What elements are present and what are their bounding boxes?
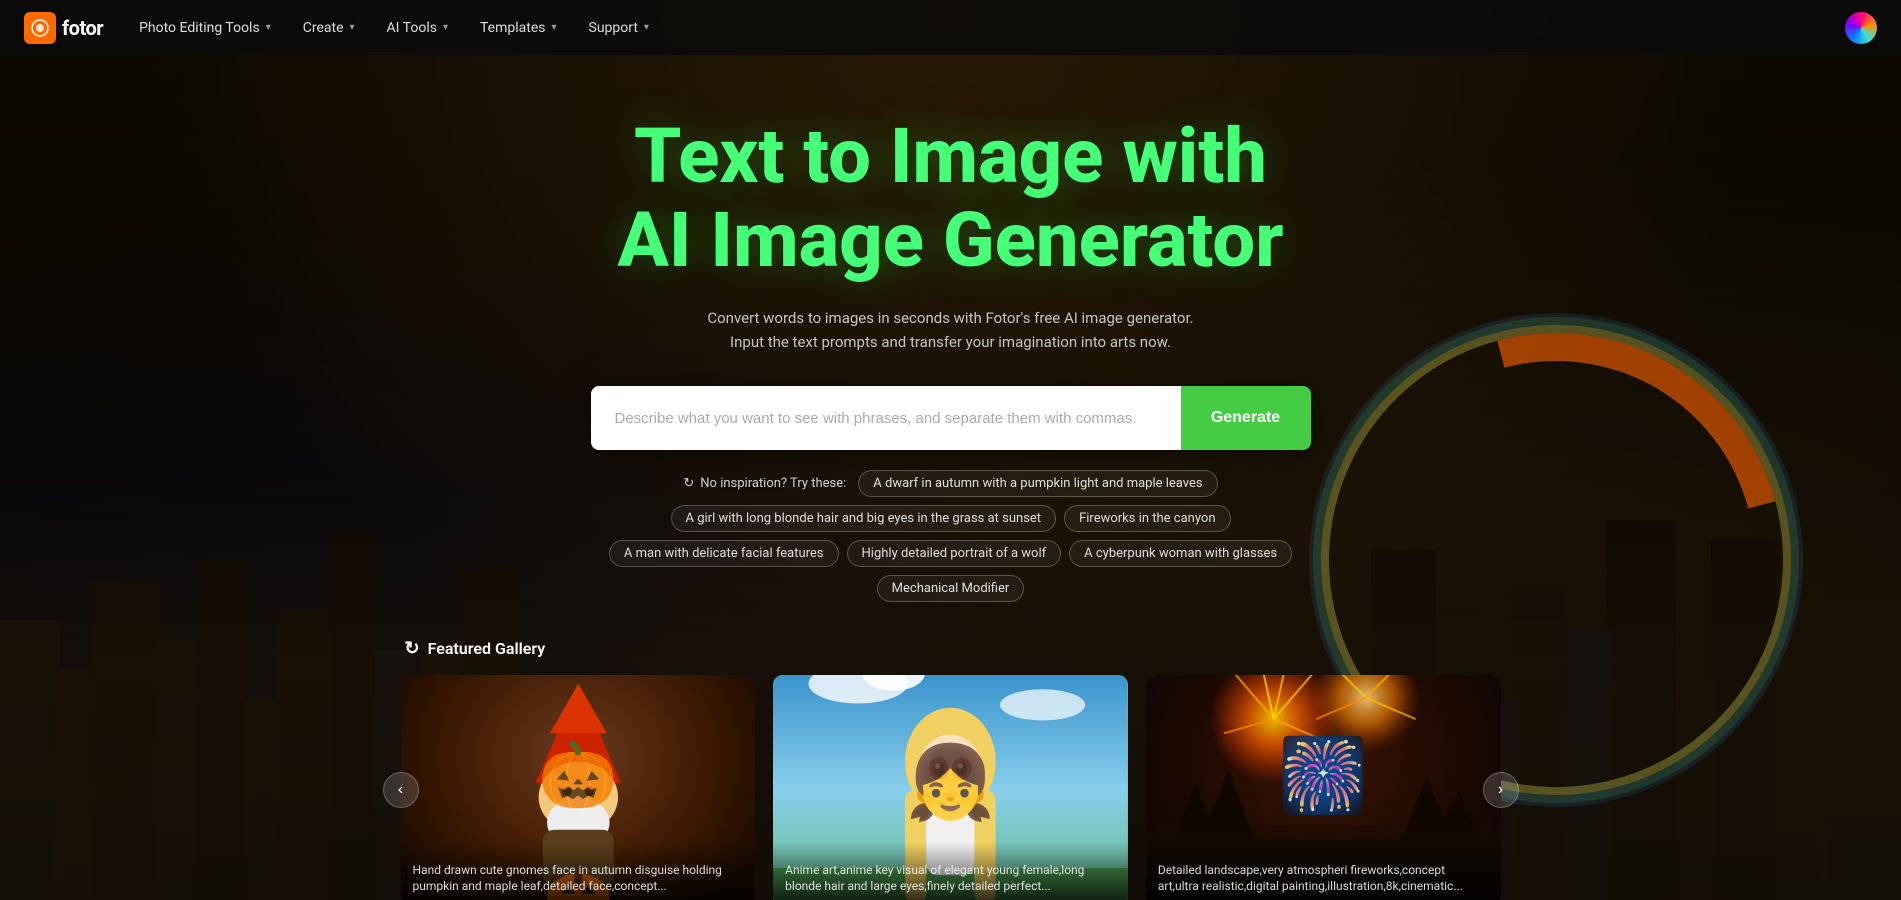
nav-support-label: Support — [589, 20, 638, 36]
chip-3[interactable]: A man with delicate facial features — [609, 540, 839, 567]
suggestions-container: ↻ No inspiration? Try these: A dwarf in … — [561, 470, 1341, 602]
nav-ai-tools[interactable]: AI Tools ▾ — [375, 14, 460, 42]
hero-section: Text to Image with AI Image Generator Co… — [0, 0, 1901, 900]
gallery-header: ↻ Featured Gallery — [401, 638, 1501, 659]
chevron-down-icon: ▾ — [443, 22, 448, 33]
chevron-down-icon: ▾ — [551, 22, 556, 33]
logo-icon — [24, 12, 56, 44]
card-caption-1: Anime art,anime key visual of elegant yo… — [773, 842, 1128, 900]
nav-create[interactable]: Create ▾ — [291, 14, 367, 42]
nav-create-label: Create — [303, 20, 344, 36]
gallery-title: Featured Gallery — [428, 639, 546, 658]
search-bar: Generate — [591, 386, 1311, 450]
avatar[interactable] — [1845, 12, 1877, 44]
nav-support[interactable]: Support ▾ — [577, 14, 661, 42]
gallery-section: ↻ Featured Gallery ‹ — [401, 638, 1501, 900]
navbar: fotor Photo Editing Tools ▾ Create ▾ AI … — [0, 0, 1901, 55]
prompt-input[interactable] — [591, 386, 1181, 450]
chevron-down-icon: ▾ — [644, 22, 649, 33]
nav-photo-editing[interactable]: Photo Editing Tools ▾ — [127, 14, 283, 42]
chip-0[interactable]: A dwarf in autumn with a pumpkin light a… — [858, 470, 1217, 497]
logo-text: fotor — [62, 16, 103, 40]
card-caption-0: Hand drawn cute gnomes face in autumn di… — [401, 842, 756, 900]
chevron-down-icon: ▾ — [266, 22, 271, 33]
chip-6[interactable]: Mechanical Modifier — [877, 575, 1025, 602]
carousel-prev-button[interactable]: ‹ — [383, 772, 419, 808]
hero-content: Text to Image with AI Image Generator Co… — [401, 55, 1501, 900]
gallery-card-2[interactable]: Detailed landscape,very atmospheri firew… — [1146, 675, 1501, 900]
logo[interactable]: fotor — [24, 12, 103, 44]
chevron-down-icon: ▾ — [350, 22, 355, 33]
carousel-next-button[interactable]: › — [1483, 772, 1519, 808]
chip-5[interactable]: A cyberpunk woman with glasses — [1069, 540, 1292, 567]
generate-button[interactable]: Generate — [1181, 386, 1311, 450]
chip-1[interactable]: A girl with long blonde hair and big eye… — [671, 505, 1057, 532]
nav-templates-label: Templates — [480, 20, 546, 36]
nav-ai-tools-label: AI Tools — [387, 20, 437, 36]
chip-4[interactable]: Highly detailed portrait of a wolf — [847, 540, 1062, 567]
nav-templates[interactable]: Templates ▾ — [468, 14, 569, 42]
gallery-card-1[interactable]: Anime art,anime key visual of elegant yo… — [773, 675, 1128, 900]
refresh-icon: ↻ — [683, 476, 694, 491]
no-inspiration-label: ↻ No inspiration? Try these: — [683, 470, 846, 497]
card-caption-2: Detailed landscape,very atmospheri firew… — [1146, 842, 1501, 900]
chip-2[interactable]: Fireworks in the canyon — [1064, 505, 1230, 532]
gallery-carousel: ‹ — [401, 675, 1501, 900]
hero-subtitle: Convert words to images in seconds with … — [691, 306, 1211, 354]
gallery-card-0[interactable]: Hand drawn cute gnomes face in autumn di… — [401, 675, 756, 900]
gallery-icon: ↻ — [405, 638, 420, 659]
nav-photo-editing-label: Photo Editing Tools — [139, 20, 260, 36]
hero-title: Text to Image with AI Image Generator — [617, 115, 1283, 282]
